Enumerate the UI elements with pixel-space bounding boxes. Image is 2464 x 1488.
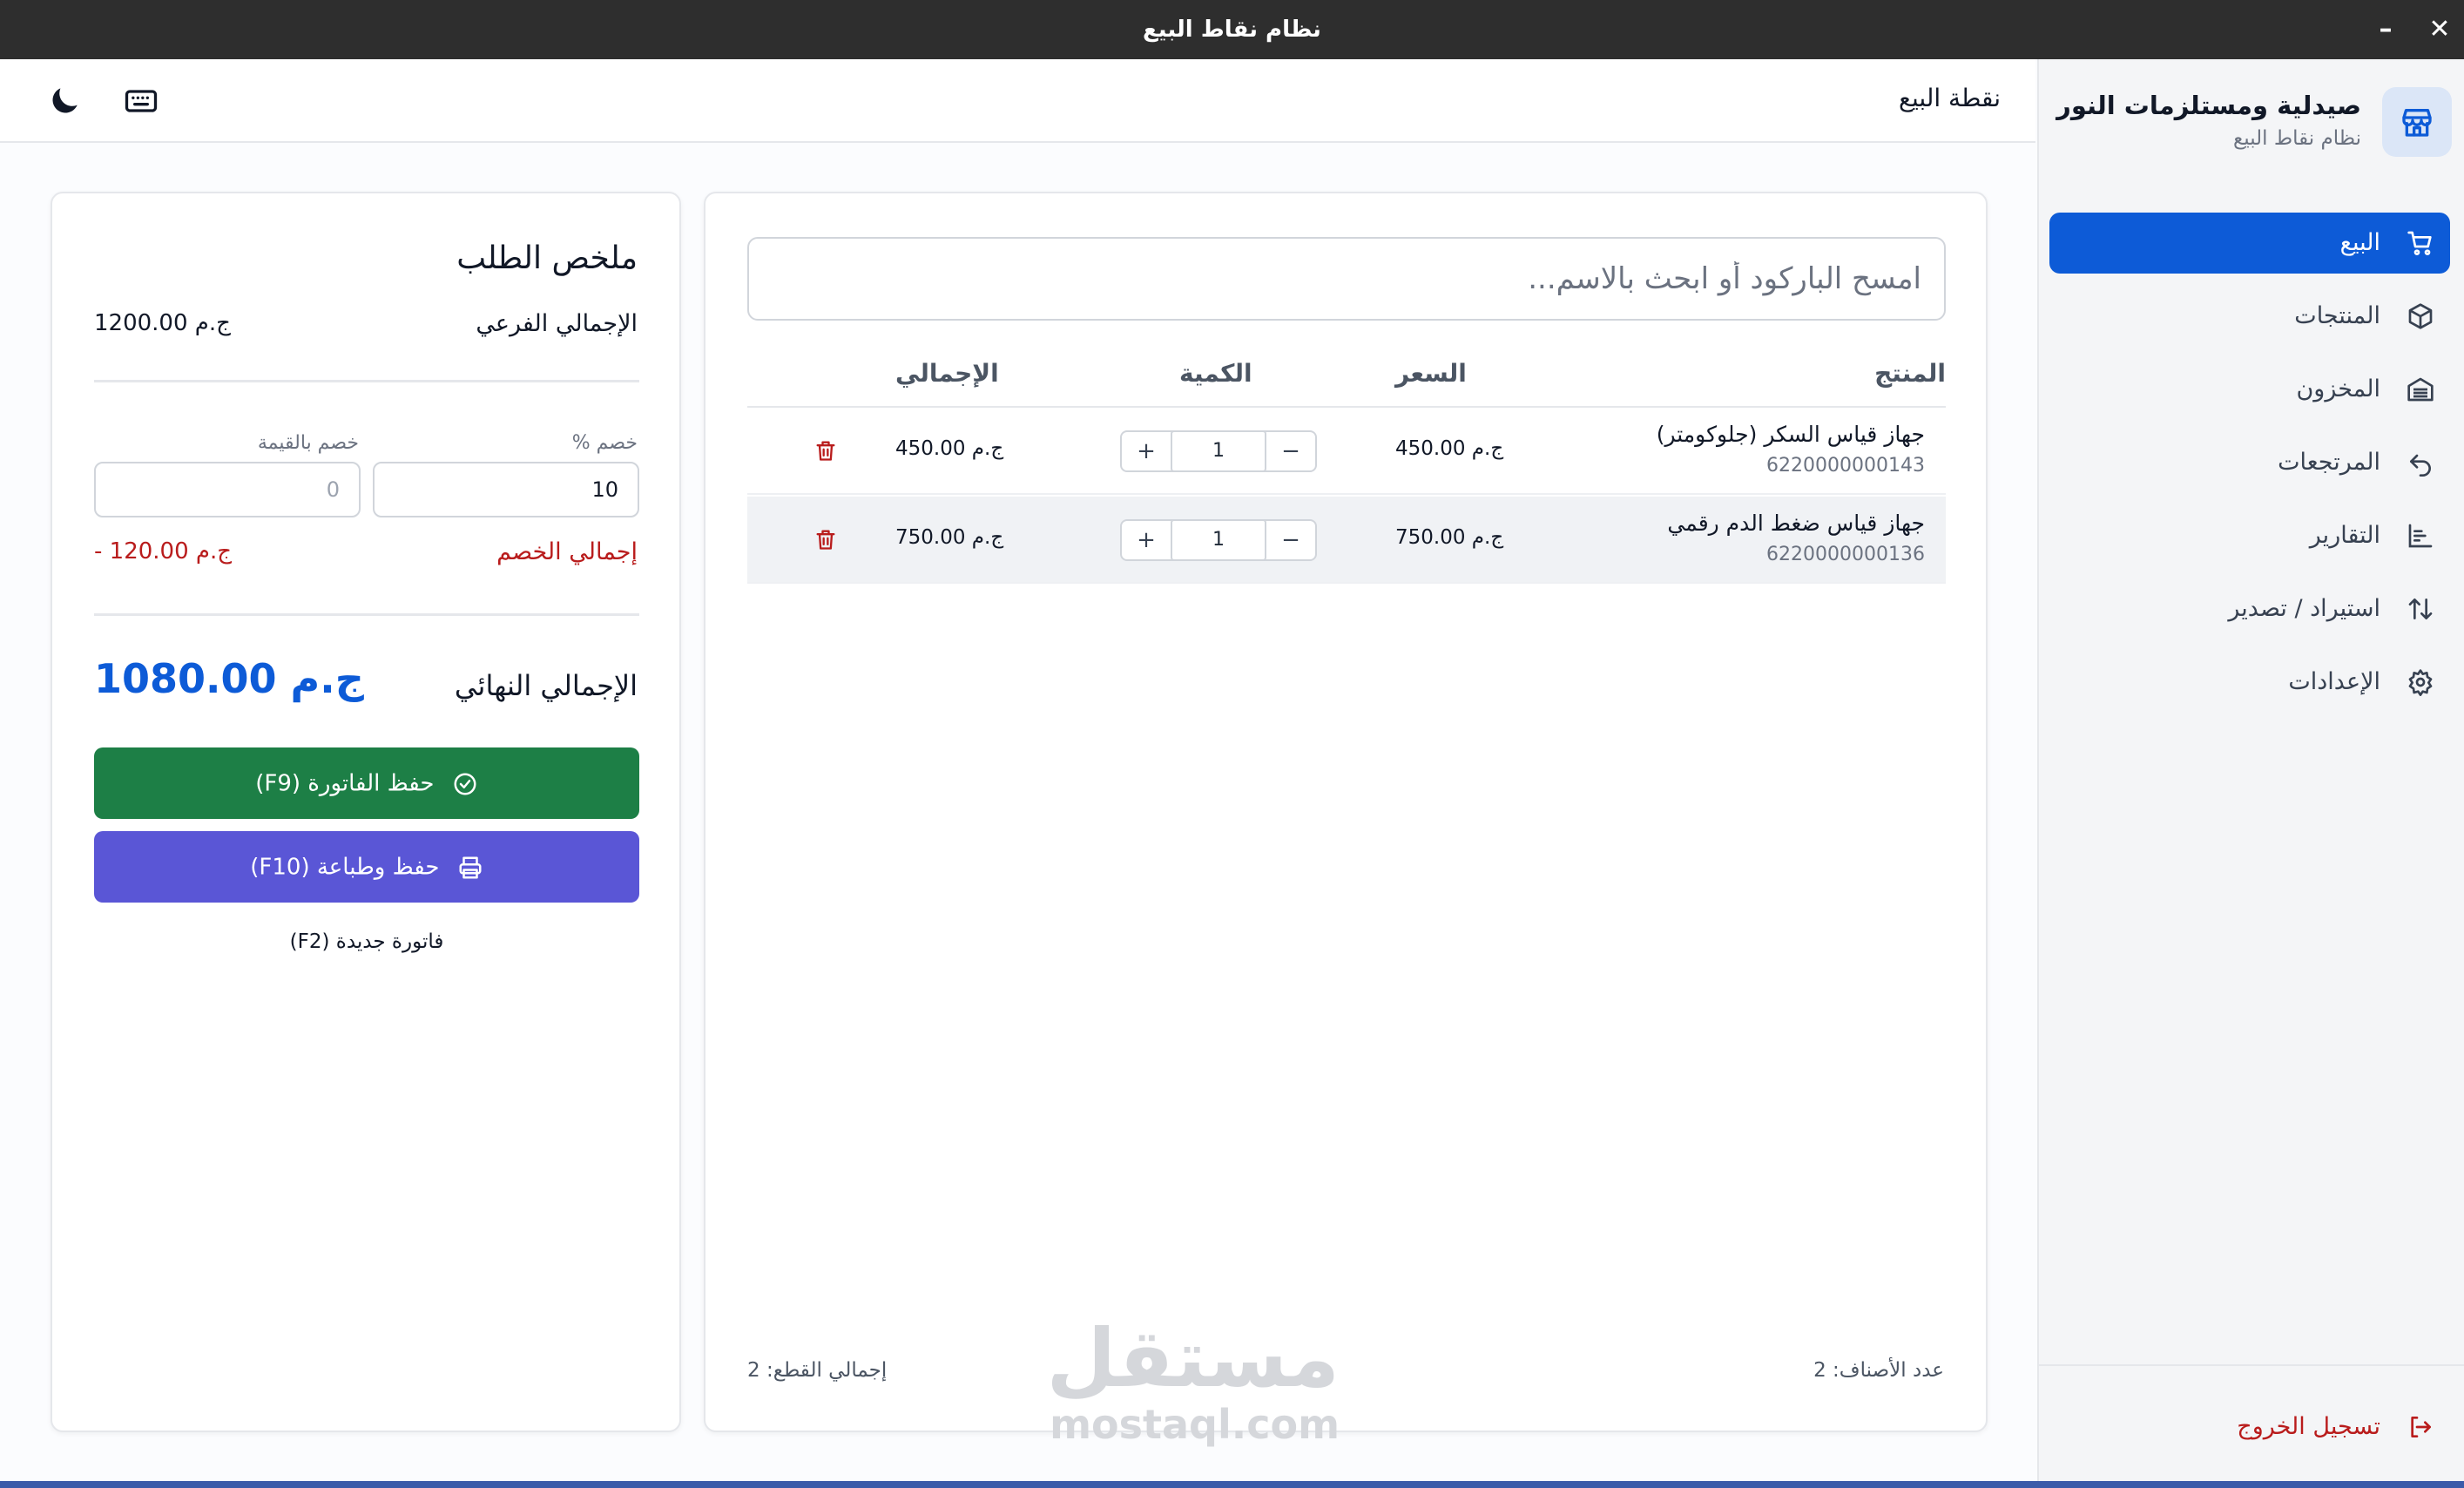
final-total-value: 1080.00 ج.م xyxy=(94,655,364,702)
watermark-latin: mostaql.com xyxy=(1050,1401,1340,1448)
trash-icon[interactable] xyxy=(813,437,838,463)
quantity-input[interactable]: 1 xyxy=(1171,430,1266,472)
sidebar-item-settings[interactable]: الإعدادات xyxy=(2049,652,2450,713)
logout-button[interactable]: تسجيل الخروج xyxy=(2049,1401,2450,1453)
save-invoice-label: حفظ الفاتورة (F9) xyxy=(255,770,435,797)
table-row: جهاز قياس ضغط الدم رقمي 6220000000136 75… xyxy=(747,497,1946,584)
items-count: عدد الأصناف: 2 xyxy=(1813,1359,1944,1382)
sidebar-item-label: المخزون xyxy=(2296,375,2380,402)
increase-quantity-button[interactable]: + xyxy=(1122,521,1171,559)
store-icon xyxy=(2382,87,2452,157)
logout-icon xyxy=(2411,1417,2431,1437)
save-print-label: حفظ وطباعة (F10) xyxy=(250,854,440,881)
product-barcode: 6220000000136 xyxy=(1766,544,1925,565)
summary-divider xyxy=(94,380,639,382)
minimize-button[interactable]: – xyxy=(2368,9,2403,51)
brand-subtitle: نظام نقاط البيع xyxy=(2233,127,2361,150)
column-header-quantity: الكمية xyxy=(1179,359,1252,388)
keyboard-icon xyxy=(125,90,158,112)
sidebar: صيدلية ومستلزمات النور نظام نقاط البيع ا… xyxy=(2037,59,2464,1481)
discount-total-value: - 120.00 ج.م xyxy=(94,538,233,565)
discount-percent-label: خصم % xyxy=(571,432,638,454)
subtotal-value: 1200.00 ج.م xyxy=(94,310,231,336)
sidebar-divider xyxy=(2037,1364,2464,1366)
cart-icon xyxy=(2407,231,2432,255)
undo-icon xyxy=(2410,454,2431,477)
decrease-quantity-button[interactable]: − xyxy=(1266,521,1315,559)
quantity-stepper: + 1 − xyxy=(1120,519,1317,561)
discount-total-label: إجمالي الخصم xyxy=(496,538,638,565)
close-button[interactable]: ✕ xyxy=(2422,9,2457,51)
sidebar-item-label: المرتجعات xyxy=(2278,449,2380,476)
unit-price: 750.00 ج.م xyxy=(1395,526,1504,549)
box-icon xyxy=(2408,303,2433,329)
product-name: جهاز قياس ضغط الدم رقمي xyxy=(1667,511,1925,536)
sidebar-item-label: التقارير xyxy=(2309,522,2380,549)
save-print-button[interactable]: حفظ وطباعة (F10) xyxy=(94,831,639,903)
brand-name: صيدلية ومستلزمات النور xyxy=(2056,91,2361,120)
trash-icon[interactable] xyxy=(813,526,838,552)
sidebar-item-products[interactable]: المنتجات xyxy=(2049,286,2450,347)
summary-divider xyxy=(94,613,639,616)
cart-panel: المنتج السعر الكمية الإجمالي جهاز قياس ا… xyxy=(704,192,1988,1446)
increase-quantity-button[interactable]: + xyxy=(1122,432,1171,470)
quantity-stepper: + 1 − xyxy=(1120,430,1317,472)
gear-icon xyxy=(2408,669,2433,696)
sidebar-item-import-export[interactable]: استيراد / تصدير xyxy=(2049,578,2450,639)
moon-icon xyxy=(52,88,78,113)
product-barcode: 6220000000143 xyxy=(1766,455,1925,477)
window-titlebar: نظام نقاط البيع – ✕ xyxy=(0,0,2464,59)
summary-title: ملخص الطلب xyxy=(456,240,638,276)
sidebar-item-label: المنتجات xyxy=(2294,302,2380,329)
watermark: مستقل mostaql.com xyxy=(1046,1312,1340,1448)
swap-icon xyxy=(2408,599,2433,619)
column-header-price: السعر xyxy=(1395,359,1467,388)
column-header-total: الإجمالي xyxy=(895,359,999,388)
logout-label: تسجيل الخروج xyxy=(2237,1413,2380,1440)
order-summary-panel: ملخص الطلب الإجمالي الفرعي 1200.00 ج.م خ… xyxy=(51,192,681,1432)
chart-icon xyxy=(2408,524,2433,548)
new-invoice-link[interactable]: فاتورة جديدة (F2) xyxy=(94,930,639,953)
line-total: 750.00 ج.م xyxy=(895,526,1004,549)
decrease-quantity-button[interactable]: − xyxy=(1266,432,1315,470)
page-header: نقطة البيع xyxy=(0,59,2035,143)
table-row: جهاز قياس السكر (جلوكومتر) 6220000000143… xyxy=(747,408,1946,495)
sidebar-item-label: استيراد / تصدير xyxy=(2228,595,2380,622)
warehouse-icon xyxy=(2407,377,2434,402)
discount-percent-input[interactable] xyxy=(373,462,639,517)
sidebar-item-inventory[interactable]: المخزون xyxy=(2049,359,2450,420)
brand: صيدلية ومستلزمات النور نظام نقاط البيع xyxy=(2037,59,2464,181)
save-invoice-button[interactable]: حفظ الفاتورة (F9) xyxy=(94,747,639,819)
printer-icon xyxy=(459,856,482,878)
subtotal-label: الإجمالي الفرعي xyxy=(476,310,638,337)
watermark-arabic: مستقل xyxy=(1046,1312,1340,1405)
sidebar-item-returns[interactable]: المرتجعات xyxy=(2049,432,2450,493)
column-header-product: المنتج xyxy=(1874,359,1946,388)
check-circle-icon xyxy=(454,773,476,795)
line-total: 450.00 ج.م xyxy=(895,437,1004,460)
sidebar-item-label: البيع xyxy=(2339,229,2380,256)
pieces-total: إجمالي القطع: 2 xyxy=(747,1359,888,1382)
sidebar-item-label: الإعدادات xyxy=(2288,668,2380,695)
search-input[interactable] xyxy=(747,237,1946,321)
final-total-label: الإجمالي النهائي xyxy=(454,669,638,702)
discount-amount-label: خصم بالقيمة xyxy=(257,432,359,454)
window-bottom-border xyxy=(0,1481,2464,1488)
theme-toggle-button[interactable] xyxy=(45,82,84,120)
page-title: نقطة البيع xyxy=(1899,84,2001,112)
product-name: جهاز قياس السكر (جلوكومتر) xyxy=(1656,422,1925,447)
discount-amount-input[interactable] xyxy=(94,462,361,517)
sidebar-item-reports[interactable]: التقارير xyxy=(2049,505,2450,566)
window-title: نظام نقاط البيع xyxy=(1143,17,1321,43)
unit-price: 450.00 ج.م xyxy=(1395,437,1504,460)
keyboard-shortcuts-button[interactable] xyxy=(122,82,160,120)
quantity-input[interactable]: 1 xyxy=(1171,519,1266,561)
sidebar-item-sales[interactable]: البيع xyxy=(2049,213,2450,274)
